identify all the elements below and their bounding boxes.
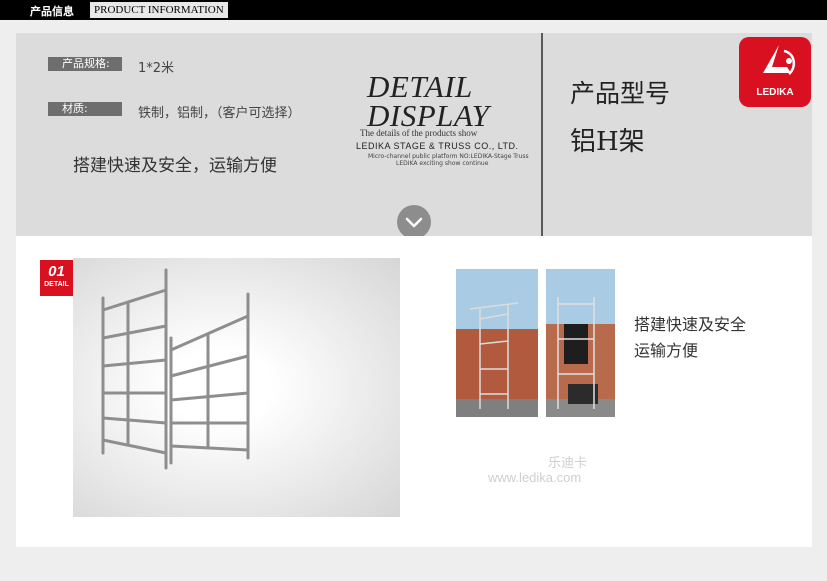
spec-value-material: 铁制，铝制，（客户可选择） (138, 106, 301, 121)
scaffold-photo-2-art (546, 269, 615, 417)
h-frame-illustration (101, 268, 250, 470)
model-label: 产品型号 (570, 79, 671, 108)
slogan: 搭建快速及安全，运输方便 (73, 156, 277, 176)
spec-label-size: 产品规格: (48, 57, 122, 71)
spec-label-material: 材质: (48, 102, 122, 116)
section-title-en: PRODUCT INFORMATION (90, 2, 228, 18)
feature-line-2: 运输方便 (634, 341, 699, 360)
ledika-logo-mark (763, 45, 796, 75)
watermark-url: www.ledika.com (488, 470, 582, 485)
logo-text: LEDIKA (756, 87, 794, 98)
detail-tiny-line1: Micro-channel public platform NO:LEDIKA-… (368, 153, 529, 160)
badge-number: 01 (48, 263, 65, 280)
scaffold-photo-1 (456, 269, 538, 417)
scaffold-photo-2 (546, 269, 615, 417)
product-image (73, 258, 400, 517)
vertical-divider (541, 33, 543, 257)
detail-display-title: DETAIL DISPLAY (367, 69, 490, 133)
company-name: LEDIKA STAGE & TRUSS CO., LTD. (356, 141, 519, 151)
section-header: 产品信息 PRODUCT INFORMATION (0, 0, 827, 20)
watermark-cn: 乐迪卡 (548, 456, 588, 471)
detail-badge: 01 DETAIL (40, 260, 73, 296)
scroll-down-button[interactable] (397, 205, 431, 239)
detail-display-subtitle: The details of the products show (360, 128, 478, 138)
scaffold-photo-1-art (456, 269, 538, 417)
chevron-down-icon (405, 217, 423, 228)
detail-tiny-line2: LEDIKA exciting show continue (396, 160, 489, 167)
section-title-cn: 产品信息 (30, 5, 74, 18)
badge-word: DETAIL (44, 281, 69, 288)
spec-value-size: 1*2米 (138, 61, 175, 76)
model-value: 铝H架 (570, 127, 645, 157)
feature-line-1: 搭建快速及安全 (634, 315, 747, 334)
ledika-logo: LEDIKA (739, 37, 811, 107)
